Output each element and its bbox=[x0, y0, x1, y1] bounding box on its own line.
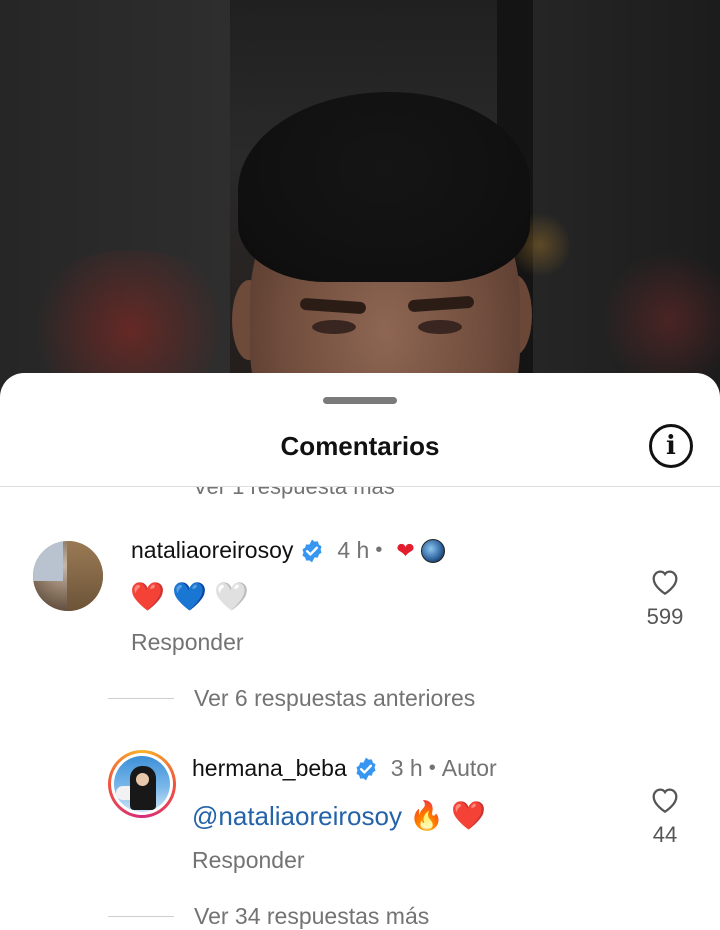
like-control: 44 bbox=[640, 784, 690, 848]
comment-time: 4 h bbox=[337, 537, 370, 563]
comment-header: nataliaoreirosoy 4 h • ❤ bbox=[131, 537, 445, 564]
verified-badge-icon bbox=[299, 538, 325, 564]
comment-header: hermana_beba 3 h • Autor bbox=[192, 755, 497, 782]
comment-text: ❤️ 💙 🤍 bbox=[130, 582, 249, 613]
person-hair bbox=[238, 92, 530, 282]
view-more-replies-link-clipped[interactable]: Ver 1 respuesta más bbox=[193, 486, 395, 500]
header-divider bbox=[0, 486, 720, 487]
reply-button[interactable]: Responder bbox=[192, 847, 305, 874]
view-more-replies-link[interactable]: Ver 34 respuestas más bbox=[108, 903, 429, 930]
like-count: 44 bbox=[652, 822, 678, 847]
fire-emoji: 🔥 bbox=[409, 800, 445, 831]
white-heart-emoji: 🤍 bbox=[214, 581, 250, 612]
blue-heart-emoji: 💙 bbox=[172, 581, 207, 612]
creator-mini-avatar bbox=[420, 538, 445, 563]
red-heart-emoji: ❤️ bbox=[130, 581, 165, 612]
video-background[interactable] bbox=[0, 0, 720, 400]
separator-dot: • bbox=[375, 539, 383, 561]
person-eye bbox=[418, 320, 462, 334]
view-previous-replies-label: Ver 6 respuestas anteriores bbox=[194, 685, 476, 711]
avatar[interactable] bbox=[108, 750, 176, 818]
reply-button[interactable]: Responder bbox=[131, 629, 244, 656]
view-previous-replies-link[interactable]: Ver 6 respuestas anteriores bbox=[108, 685, 475, 712]
sheet-drag-handle[interactable] bbox=[323, 397, 397, 404]
heart-outline-icon[interactable] bbox=[649, 566, 681, 596]
verified-badge-icon bbox=[353, 756, 379, 782]
thread-line bbox=[108, 916, 174, 917]
thread-line bbox=[108, 698, 174, 699]
separator-dot: • bbox=[428, 757, 436, 779]
like-count: 599 bbox=[646, 604, 684, 629]
comment-text: @nataliaoreirosoy 🔥 ❤️ bbox=[192, 801, 486, 832]
sheet-title: Comentarios bbox=[280, 431, 440, 461]
info-glyph: i bbox=[666, 431, 676, 461]
creator-liked-heart-icon: ❤ bbox=[396, 537, 415, 563]
heart-outline-icon[interactable] bbox=[649, 784, 681, 814]
like-control: 599 bbox=[640, 566, 690, 630]
red-heart-emoji: ❤️ bbox=[451, 800, 487, 831]
mention-link[interactable]: @nataliaoreirosoy bbox=[192, 801, 402, 831]
person-eye bbox=[312, 320, 356, 334]
avatar[interactable] bbox=[33, 541, 103, 611]
info-icon[interactable]: i bbox=[649, 424, 693, 468]
username[interactable]: hermana_beba bbox=[192, 755, 347, 782]
comment-time: 3 h bbox=[390, 755, 423, 781]
view-more-replies-label: Ver 34 respuestas más bbox=[194, 903, 430, 929]
comments-sheet: Comentarios i Ver 1 respuesta más natali… bbox=[0, 373, 720, 930]
author-label: Autor bbox=[441, 755, 497, 781]
username[interactable]: nataliaoreirosoy bbox=[131, 537, 293, 564]
